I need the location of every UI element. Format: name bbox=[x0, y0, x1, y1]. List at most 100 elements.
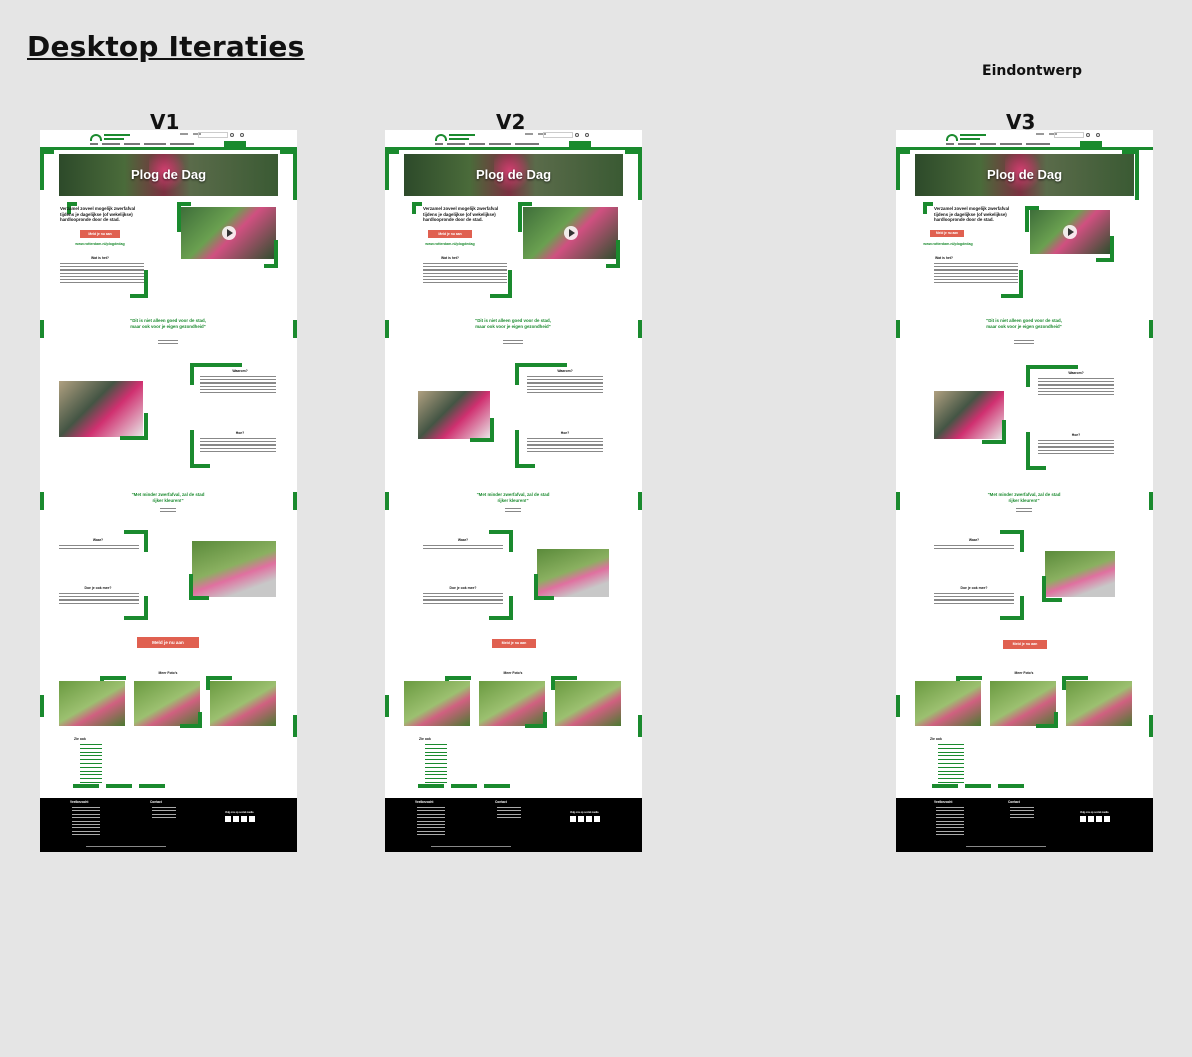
why-paragraph bbox=[1038, 378, 1114, 397]
twitter-icon[interactable] bbox=[1088, 816, 1094, 822]
instagram-icon[interactable] bbox=[586, 816, 592, 822]
see-also-links[interactable] bbox=[80, 744, 102, 786]
gallery-photo-3[interactable] bbox=[210, 681, 276, 726]
corner-accent bbox=[525, 712, 547, 728]
board-title: Desktop Iteraties bbox=[27, 30, 305, 63]
copyright-line bbox=[431, 846, 511, 847]
side-accent bbox=[40, 320, 44, 338]
share-facebook-button[interactable] bbox=[451, 784, 477, 788]
intro-heading: Verzamel zoveel mogelijk zwerfafval tijd… bbox=[934, 206, 1010, 223]
see-also-links[interactable] bbox=[425, 744, 447, 786]
facebook-icon[interactable] bbox=[570, 816, 576, 822]
where-heading: Waar? bbox=[92, 538, 104, 542]
share-whatsapp-button[interactable] bbox=[484, 784, 510, 788]
gallery-photo-1[interactable] bbox=[59, 681, 125, 726]
instagram-icon[interactable] bbox=[1096, 816, 1102, 822]
share-facebook-button[interactable] bbox=[106, 784, 132, 788]
quote-2-author bbox=[160, 508, 176, 514]
share-twitter-button[interactable] bbox=[418, 784, 444, 788]
quote-2-author bbox=[1016, 508, 1032, 514]
what-heading: Wat is het? bbox=[935, 256, 953, 260]
see-also-heading: Zie ook bbox=[74, 737, 86, 741]
see-also-links[interactable] bbox=[938, 744, 964, 786]
share-facebook-button[interactable] bbox=[965, 784, 991, 788]
share-whatsapp-button[interactable] bbox=[139, 784, 165, 788]
gallery-photo-1[interactable] bbox=[404, 681, 470, 726]
twitter-icon[interactable] bbox=[233, 816, 239, 822]
artboard-v2[interactable]: Plog de Dag Verzamel zoveel mogelijk zwe… bbox=[385, 130, 642, 852]
corner-accent bbox=[1122, 150, 1139, 200]
why-heading: Waarom? bbox=[232, 369, 248, 373]
signup-button[interactable]: Meld je nu aan bbox=[80, 230, 120, 238]
search-icon[interactable] bbox=[575, 133, 579, 137]
search-input[interactable] bbox=[543, 132, 573, 138]
side-accent bbox=[40, 492, 44, 510]
corner-accent bbox=[515, 430, 535, 468]
corner-accent bbox=[120, 413, 148, 440]
play-icon[interactable] bbox=[563, 226, 578, 240]
facebook-icon[interactable] bbox=[1080, 816, 1086, 822]
corner-accent bbox=[1026, 432, 1046, 470]
user-icon[interactable] bbox=[1096, 133, 1100, 137]
user-icon[interactable] bbox=[240, 133, 244, 137]
signup-button[interactable]: Meld je nu aan bbox=[428, 230, 472, 238]
search-input[interactable] bbox=[1054, 132, 1084, 138]
play-icon[interactable] bbox=[221, 226, 236, 240]
gallery-photo-3[interactable] bbox=[1066, 681, 1132, 726]
signup-button-large[interactable]: Meld je nu aan bbox=[137, 637, 199, 648]
share-twitter-button[interactable] bbox=[932, 784, 958, 788]
side-accent bbox=[293, 320, 297, 338]
eindontwerp-note: Eindontwerp bbox=[982, 63, 1082, 79]
video-thumbnail[interactable] bbox=[523, 207, 618, 259]
join-heading: Doe je ook mee? bbox=[84, 586, 112, 590]
corner-accent bbox=[280, 150, 297, 200]
corner-accent bbox=[124, 596, 148, 620]
why-paragraph bbox=[200, 376, 276, 395]
page-url[interactable]: www.rotterdam.nl/plogdedag bbox=[908, 242, 988, 246]
gallery-photo-1[interactable] bbox=[915, 681, 981, 726]
artboard-v3[interactable]: Plog de Dag Verzamel zoveel mogelijk zwe… bbox=[896, 130, 1153, 852]
how-heading: Hoe? bbox=[560, 431, 570, 435]
footer-col-2: Contact bbox=[1008, 800, 1020, 804]
gallery-photo-3[interactable] bbox=[555, 681, 621, 726]
share-whatsapp-button[interactable] bbox=[998, 784, 1024, 788]
artboard-v1[interactable]: Plog de Dag Verzamel zoveel mogelijk zwe… bbox=[40, 130, 297, 852]
search-input[interactable] bbox=[198, 132, 228, 138]
signup-button[interactable]: Meld je nu aan bbox=[930, 230, 964, 237]
corner-accent bbox=[923, 202, 933, 214]
quote-2-author bbox=[505, 508, 521, 514]
corner-accent bbox=[189, 574, 209, 600]
corner-accent bbox=[190, 430, 210, 468]
header-divider bbox=[385, 147, 642, 150]
photos-heading: Meer Foto's bbox=[158, 671, 178, 675]
hero-banner: Plog de Dag bbox=[404, 154, 623, 196]
facebook-icon[interactable] bbox=[225, 816, 231, 822]
youtube-icon[interactable] bbox=[249, 816, 255, 822]
twitter-icon[interactable] bbox=[578, 816, 584, 822]
user-icon[interactable] bbox=[585, 133, 589, 137]
share-twitter-button[interactable] bbox=[73, 784, 99, 788]
instagram-icon[interactable] bbox=[241, 816, 247, 822]
logo[interactable] bbox=[435, 133, 477, 142]
youtube-icon[interactable] bbox=[594, 816, 600, 822]
logo[interactable] bbox=[946, 133, 988, 142]
side-accent bbox=[896, 320, 900, 338]
page-url[interactable]: www.rotterdam.nl/plogdedag bbox=[410, 242, 490, 246]
youtube-icon[interactable] bbox=[1104, 816, 1110, 822]
page-url[interactable]: www.rotterdam.nl/plogdedag bbox=[60, 242, 140, 246]
search-icon[interactable] bbox=[230, 133, 234, 137]
where-paragraph bbox=[423, 545, 503, 551]
how-heading: Hoe? bbox=[235, 431, 245, 435]
signup-button-large[interactable]: Meld je nu aan bbox=[1003, 640, 1047, 649]
play-icon[interactable] bbox=[1063, 225, 1077, 239]
corner-accent bbox=[896, 150, 910, 190]
corner-accent bbox=[264, 240, 278, 268]
footer-col-1: Veelbezocht bbox=[415, 800, 434, 804]
side-accent bbox=[638, 715, 642, 737]
hero-title: Plog de Dag bbox=[475, 167, 552, 182]
signup-button-large[interactable]: Meld je nu aan bbox=[492, 639, 536, 648]
search-icon[interactable] bbox=[1086, 133, 1090, 137]
logo[interactable] bbox=[90, 133, 132, 142]
video-thumbnail[interactable] bbox=[181, 207, 276, 259]
quote-2: "Met minder zwerfafval, zal de stad rijk… bbox=[131, 492, 205, 503]
